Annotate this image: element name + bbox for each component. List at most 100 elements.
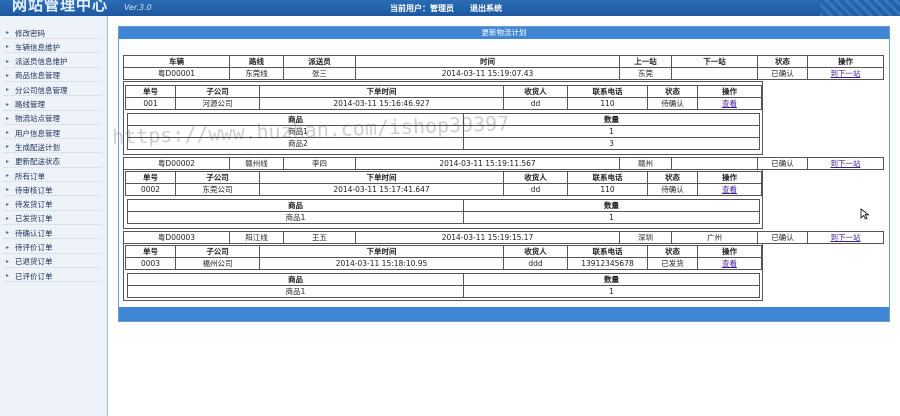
panel-footer [119, 307, 889, 321]
next-stop-link[interactable]: 到下一站 [831, 69, 861, 78]
col-receiver: 收货人 [503, 245, 568, 258]
sidebar-item-label: 车辆信息维护 [15, 42, 60, 52]
col-action: 操作 [807, 55, 884, 68]
plan-header-row: 车辆 路线 派送员 时间 上一站 下一站 状态 操作 [123, 55, 884, 68]
sidebar-item[interactable]: ▸ 分公司信息管理 [4, 85, 102, 97]
col-order-action: 操作 [697, 245, 762, 258]
panel-title: 更新物流计划 [119, 27, 889, 39]
logout-link[interactable]: 退出系统 [470, 3, 502, 14]
bullet-arrow-icon: ▸ [6, 129, 10, 137]
col-phone: 联系电话 [567, 245, 648, 258]
sidebar-item[interactable]: ▸ 派送员信息维护 [4, 57, 102, 68]
branch-cell: 河源公司 [175, 97, 260, 110]
courier-cell: 王五 [283, 231, 356, 244]
col-order-time: 下单时间 [259, 171, 504, 184]
view-link[interactable]: 查看 [722, 99, 737, 108]
sidebar-item[interactable]: ▸ 已评价订单 [4, 271, 102, 283]
order-no-cell: 0003 [125, 257, 176, 270]
sidebar-item-label: 派送员信息维护 [15, 57, 68, 67]
courier-cell: 张三 [283, 67, 356, 80]
sidebar-item[interactable]: ▸ 修改密码 [4, 28, 102, 39]
sidebar-item-label: 更新配送状态 [15, 157, 60, 167]
vehicle-cell: 粤D00001 [123, 67, 230, 80]
sidebar-item[interactable]: ▸ 车辆信息维护 [4, 42, 102, 54]
version-label: Ver.3.0 [124, 3, 152, 12]
status-cell: 已确认 [757, 157, 808, 170]
sidebar-item[interactable]: ▸ 商品信息管理 [4, 71, 102, 82]
col-courier: 派送员 [283, 55, 356, 68]
branch-cell: 东莞公司 [175, 183, 260, 196]
plan-row: 粤D00002 赣州线 李四 2014-03-11 15:19:11.567 赣… [123, 157, 884, 170]
view-link[interactable]: 查看 [722, 259, 737, 268]
order-time-cell: 2014-03-11 15:16:46.927 [259, 97, 504, 110]
sidebar-item[interactable]: ▸ 更新配送状态 [4, 157, 102, 168]
time-cell: 2014-03-11 15:19:07.43 [355, 67, 620, 80]
action-cell: 到下一站 [807, 231, 884, 244]
goods-row: 商品1 1 [127, 285, 760, 298]
sidebar-item[interactable]: ▸ 用户信息管理 [4, 128, 102, 140]
phone-cell: 110 [567, 97, 648, 110]
col-branch: 子公司 [175, 85, 260, 98]
col-order-time: 下单时间 [259, 85, 504, 98]
col-order-no: 单号 [125, 171, 176, 184]
bullet-arrow-icon: ▸ [6, 43, 10, 51]
goods-header-row: 商品 数量 [127, 273, 760, 286]
sidebar-item[interactable]: ▸ 已退货订单 [4, 257, 102, 268]
col-route: 路线 [229, 55, 284, 68]
goods-name-cell: 商品1 [127, 125, 464, 138]
order-action-cell: 查看 [697, 183, 762, 196]
sidebar-item[interactable]: ▸ 待确认订单 [4, 228, 102, 240]
sidebar-item[interactable]: ▸ 待评价订单 [4, 243, 102, 254]
col-qty: 数量 [463, 199, 760, 212]
plan-row: 粤D00003 阳江线 王五 2014-03-11 15:19:15.17 深圳… [123, 231, 884, 244]
sidebar-item[interactable]: ▸ 已发货订单 [4, 214, 102, 225]
order-table-3: 单号 子公司 下单时间 收货人 联系电话 状态 操作 0003 福州公司 201… [125, 245, 762, 270]
route-cell: 阳江线 [229, 231, 284, 244]
next-stop-link[interactable]: 到下一站 [831, 159, 861, 168]
col-phone: 联系电话 [567, 171, 648, 184]
bullet-arrow-icon: ▸ [6, 143, 10, 151]
order-table-2: 单号 子公司 下单时间 收货人 联系电话 状态 操作 0002 东莞公司 201… [125, 171, 762, 196]
bullet-arrow-icon: ▸ [6, 71, 10, 79]
next-stop-link[interactable]: 到下一站 [831, 233, 861, 242]
order-table-1: 单号 子公司 下单时间 收货人 联系电话 状态 操作 001 河源公司 2014… [125, 85, 762, 110]
vehicle-cell: 粤D00002 [123, 157, 230, 170]
sidebar-item-label: 商品信息管理 [15, 71, 60, 81]
sidebar-item[interactable]: ▸ 生成配送计划 [4, 142, 102, 154]
sidebar-item[interactable]: ▸ 物流站点管理 [4, 114, 102, 125]
col-order-no: 单号 [125, 85, 176, 98]
courier-cell: 李四 [283, 157, 356, 170]
sidebar-item-label: 生成配送计划 [15, 142, 60, 152]
goods-table-3: 商品 数量 商品1 1 [127, 273, 760, 298]
top-header: 网站管理中心 Ver.3.0 当前用户：管理员 退出系统 [0, 0, 900, 16]
sidebar-item[interactable]: ▸ 待审核订单 [4, 185, 102, 197]
order-no-cell: 001 [125, 97, 176, 110]
order-time-cell: 2014-03-11 15:18:10.95 [259, 257, 504, 270]
sidebar-item[interactable]: ▸ 所有订单 [4, 171, 102, 182]
col-receiver: 收货人 [503, 171, 568, 184]
vehicle-cell: 粤D00003 [123, 231, 230, 244]
bullet-arrow-icon: ▸ [6, 172, 10, 179]
brand-title: 网站管理中心 [12, 0, 109, 14]
col-next-stop: 下一站 [671, 55, 758, 68]
phone-cell: 13912345678 [567, 257, 648, 270]
sidebar-item-label: 路线管理 [15, 100, 45, 109]
sidebar-item[interactable]: ▸ 路线管理 [4, 100, 102, 111]
time-cell: 2014-03-11 15:19:11.567 [355, 157, 620, 170]
goods-row: 商品2 3 [127, 137, 760, 150]
prev-stop-cell: 赣州 [619, 157, 672, 170]
bullet-arrow-icon: ▸ [6, 229, 10, 237]
sidebar-item-label: 已发货订单 [15, 214, 53, 224]
route-cell: 赣州线 [229, 157, 284, 170]
status-cell: 已确认 [757, 231, 808, 244]
goods-row: 商品1 1 [127, 125, 760, 138]
goods-header-row: 商品 数量 [127, 113, 760, 126]
goods-qty-cell: 1 [463, 125, 760, 138]
branch-cell: 福州公司 [175, 257, 260, 270]
bullet-arrow-icon: ▸ [6, 243, 10, 251]
col-goods: 商品 [127, 113, 464, 126]
sidebar: ▸ 修改密码 ▸ 车辆信息维护 ▸ 派送员信息维护 ▸ 商品信息管理 ▸ 分公司信息管理 ▸ 路线管理… [0, 16, 108, 416]
sidebar-item[interactable]: ▸ 待发货订单 [4, 200, 102, 211]
view-link[interactable]: 查看 [722, 185, 737, 194]
order-action-cell: 查看 [697, 257, 762, 270]
